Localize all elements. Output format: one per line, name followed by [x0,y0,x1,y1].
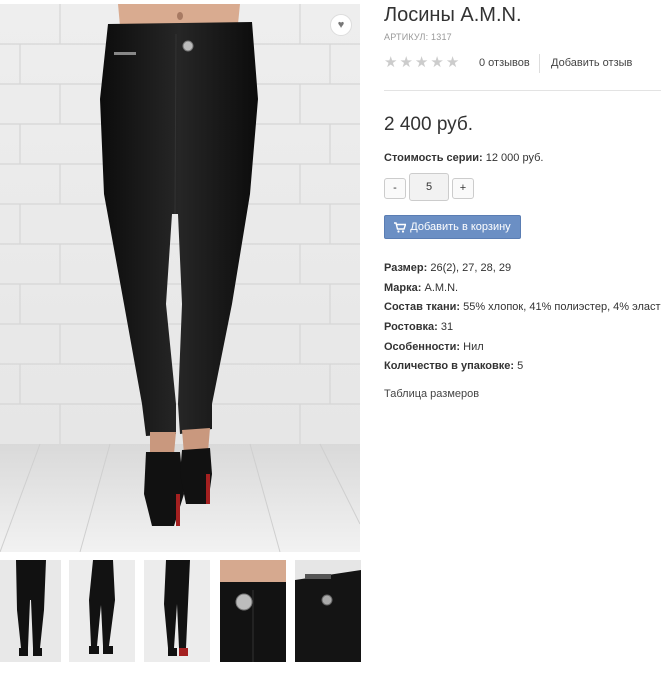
property-value: Нил [463,340,484,353]
property-label: Марка: [384,281,422,294]
series-price-label: Стоимость серии: [384,152,483,164]
star-icon[interactable]: ★ [399,55,412,70]
heart-icon: ♥ [337,19,345,31]
series-price: Стоимость серии: 12 000 руб. [384,152,543,164]
property-label: Размер: [384,262,428,274]
product-photo-illustration [0,4,360,552]
rating-row: ★ ★ ★ ★ ★ 0 отзывов Добавить отзыв [384,52,661,74]
reviews-link[interactable]: 0 отзывов [479,57,530,69]
divider [539,54,540,73]
property-pack-quantity: Количество в упаковке: 5 [384,359,661,379]
thumbnail-three-quarter-view[interactable] [144,560,210,662]
property-label: Особенности: [384,340,461,353]
rating-stars[interactable]: ★ ★ ★ ★ ★ [384,55,459,70]
add-to-cart-button[interactable]: Добавить в корзину [384,215,521,239]
add-to-cart-label: Добавить в корзину [410,221,511,233]
quantity-decrease-button[interactable]: - [384,178,406,199]
quantity-increase-button[interactable]: + [452,178,474,199]
property-label: Состав ткани: [384,301,461,314]
thumbnail-back-pocket-closeup[interactable] [295,560,361,662]
size-table-link[interactable]: Таблица размеров [384,388,479,400]
property-value: 26(2), 27, 28, 29 [430,262,512,274]
divider [384,90,661,91]
star-icon[interactable]: ★ [446,55,459,70]
thumbnail-side-view[interactable] [69,560,135,662]
property-brand: Марка: A.M.N. [384,281,661,301]
product-properties: Размер: 26(2), 27, 28, 29 Марка: A.M.N. … [384,261,661,379]
property-value: 31 [440,321,454,334]
property-value: 55% хлопок, 41% полиэстер, 4% эластан [463,301,661,314]
cart-icon [394,221,407,233]
thumbnail-front-view[interactable] [0,560,61,662]
star-icon[interactable]: ★ [415,55,428,70]
product-price: 2 400 руб. [384,114,474,135]
star-icon[interactable]: ★ [384,55,397,70]
property-features: Особенности: Нил [384,340,661,360]
star-icon[interactable]: ★ [430,55,443,70]
property-fabric: Состав ткани: 55% хлопок, 41% полиэстер,… [384,300,661,320]
thumbnail-strip [0,560,365,663]
product-sku: АРТИКУЛ: 1317 [384,32,452,42]
add-review-link[interactable]: Добавить отзыв [551,57,632,69]
property-label: Ростовка: [384,321,438,334]
property-value: 5 [517,360,524,373]
property-size-run: Ростовка: 31 [384,320,661,340]
product-title: Лосины A.M.N. [384,4,522,26]
property-value: A.M.N. [424,281,459,294]
product-main-image[interactable]: ♥ [0,4,360,552]
wishlist-button[interactable]: ♥ [330,14,352,36]
property-size: Размер: 26(2), 27, 28, 29 [384,261,661,281]
quantity-input[interactable] [409,173,449,201]
property-label: Количество в упаковке: [384,360,514,373]
thumbnail-button-closeup[interactable] [220,560,286,662]
series-price-value: 12 000 руб. [485,152,544,164]
